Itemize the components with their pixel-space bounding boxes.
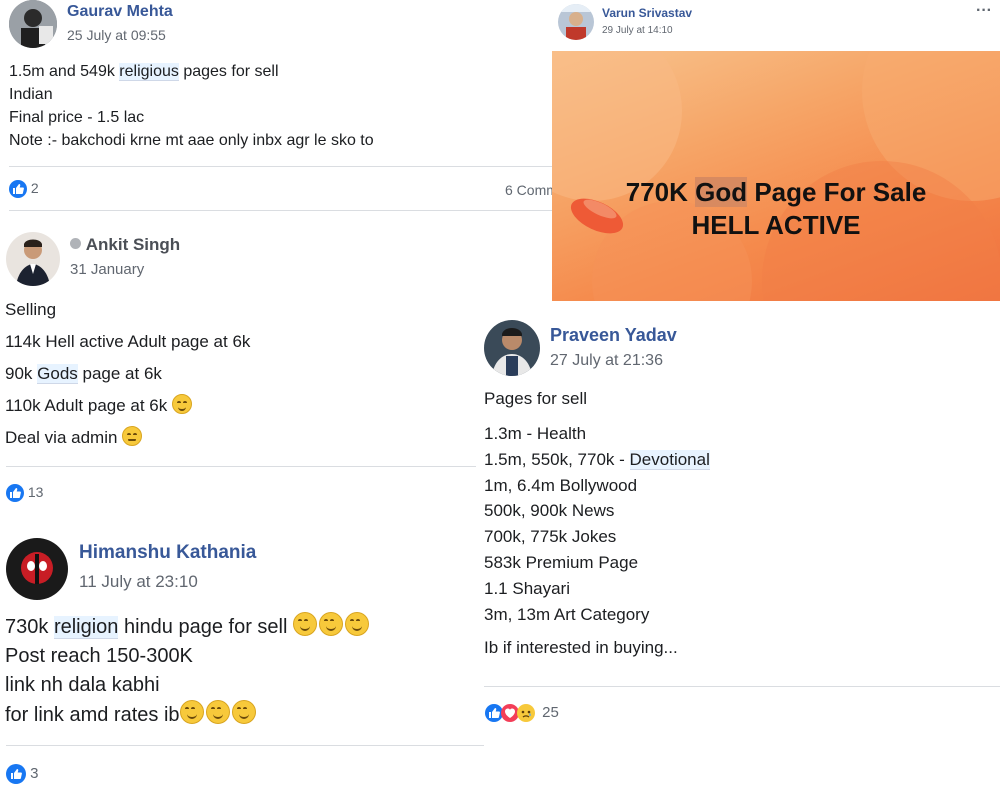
post5-reaction-count: 3 bbox=[30, 764, 39, 782]
eye-roll-emoji-icon bbox=[122, 426, 143, 446]
avatar-photo-icon bbox=[9, 0, 57, 48]
banner-title-line1: 770K God Page For Sale bbox=[625, 177, 927, 207]
divider bbox=[6, 745, 484, 746]
like-reaction-icon bbox=[6, 764, 26, 784]
post3-author-row[interactable]: Ankit Singh bbox=[70, 235, 180, 255]
post3-body: Selling 114k Hell active Adult page at 6… bbox=[5, 294, 250, 454]
post3-line: Deal via admin bbox=[5, 422, 250, 454]
post1-comments-link[interactable]: 6 Comm bbox=[505, 182, 558, 198]
post2-author[interactable]: Varun Srivastav bbox=[602, 6, 692, 20]
divider bbox=[9, 210, 554, 211]
post4-line: 1.5m, 550k, 770k - Devotional bbox=[484, 449, 710, 470]
post4-author[interactable]: Praveen Yadav bbox=[550, 325, 677, 346]
post1-line: Final price - 1.5 lac bbox=[9, 109, 145, 126]
post3-line: Selling bbox=[5, 300, 57, 319]
post2-banner[interactable]: 770K God Page For Sale HELL ACTIVE bbox=[552, 51, 1000, 301]
verified-badge-icon bbox=[70, 238, 81, 249]
post1-reaction-count: 2 bbox=[30, 180, 39, 196]
avatar-praveen[interactable] bbox=[484, 320, 540, 376]
post4-body: 1.3m - Health 1.5m, 550k, 770k - Devotio… bbox=[484, 421, 710, 627]
post4-line: 1m, 6.4m Bollywood bbox=[484, 475, 638, 495]
post5-reactions[interactable]: 3 bbox=[6, 764, 39, 784]
post4-line: 700k, 775k Jokes bbox=[484, 527, 617, 547]
post5-line: link nh dala kabhi bbox=[5, 674, 160, 696]
avatar-ankit[interactable] bbox=[6, 232, 60, 286]
post4-line: 1.3m - Health bbox=[484, 424, 587, 443]
post3-reactions[interactable]: 13 bbox=[6, 484, 44, 503]
smile-emoji-icon bbox=[318, 612, 343, 636]
post5-line: for link amd rates ib bbox=[5, 700, 369, 730]
post1-line: Indian bbox=[9, 86, 53, 103]
post3-author[interactable]: Ankit Singh bbox=[86, 235, 180, 254]
post4-line: 3m, 13m Art Category bbox=[484, 604, 650, 624]
post4-reactions[interactable]: 25 bbox=[485, 704, 559, 723]
smile-emoji-icon bbox=[231, 700, 256, 724]
post1-line: Note :- bakchodi krne mt aae only inbx a… bbox=[9, 132, 374, 149]
post3-line: 110k Adult page at 6k bbox=[5, 390, 250, 422]
like-reaction-icon bbox=[6, 484, 24, 503]
divider bbox=[9, 166, 554, 167]
post4-time[interactable]: 27 July at 21:36 bbox=[550, 352, 663, 370]
avatar-photo-icon bbox=[6, 232, 60, 286]
divider bbox=[484, 686, 1000, 687]
smile-emoji-icon bbox=[179, 700, 204, 724]
banner-title-line2: HELL ACTIVE bbox=[691, 210, 861, 240]
avatar-photo-icon bbox=[6, 538, 68, 600]
avatar-gaurav[interactable] bbox=[9, 0, 57, 48]
avatar-varun[interactable] bbox=[558, 4, 594, 40]
post3-reaction-count: 13 bbox=[27, 484, 44, 500]
avatar-photo-icon bbox=[558, 4, 594, 40]
post3-line: 90k Gods page at 6k bbox=[5, 364, 162, 384]
smile-emoji-icon bbox=[344, 612, 369, 636]
post1-line: 1.5m and 549k religious pages for sell bbox=[9, 63, 279, 81]
post5-time[interactable]: 11 July at 23:10 bbox=[79, 572, 198, 592]
post4-line: 583k Premium Page bbox=[484, 552, 639, 572]
post1-body: 1.5m and 549k religious pages for sell I… bbox=[9, 60, 374, 152]
post3-line: 114k Hell active Adult page at 6k bbox=[5, 332, 251, 351]
post3-time[interactable]: 31 January bbox=[70, 261, 144, 278]
post4-line: 500k, 900k News bbox=[484, 501, 615, 521]
post2-time[interactable]: 29 July at 14:10 bbox=[602, 25, 673, 36]
smile-emoji-icon bbox=[292, 612, 317, 636]
avatar-himanshu[interactable] bbox=[6, 538, 68, 600]
post1-time[interactable]: 25 July at 09:55 bbox=[67, 27, 166, 43]
smile-emoji-icon bbox=[171, 394, 192, 414]
like-reaction-icon bbox=[9, 180, 27, 199]
post4-reaction-count: 25 bbox=[542, 704, 559, 721]
avatar-photo-icon bbox=[484, 320, 540, 376]
post5-body: 730k religion hindu page for sell Post r… bbox=[5, 612, 369, 730]
post5-line: 730k religion hindu page for sell bbox=[5, 612, 369, 642]
post1-author[interactable]: Gaurav Mehta bbox=[67, 3, 173, 21]
post4-line: 1.1 Shayari bbox=[484, 578, 570, 598]
post1-reactions[interactable]: 2 bbox=[9, 180, 39, 199]
smile-emoji-icon bbox=[205, 700, 230, 724]
sad-reaction-icon bbox=[517, 704, 535, 723]
post5-author[interactable]: Himanshu Kathania bbox=[79, 542, 256, 564]
divider bbox=[6, 466, 476, 467]
more-options-icon[interactable]: ··· bbox=[976, 2, 992, 20]
post4-intro: Pages for sell bbox=[484, 389, 587, 408]
post4-outro[interactable]: Ib if interested in buying... bbox=[484, 638, 678, 658]
post5-line: Post reach 150-300K bbox=[5, 645, 193, 667]
